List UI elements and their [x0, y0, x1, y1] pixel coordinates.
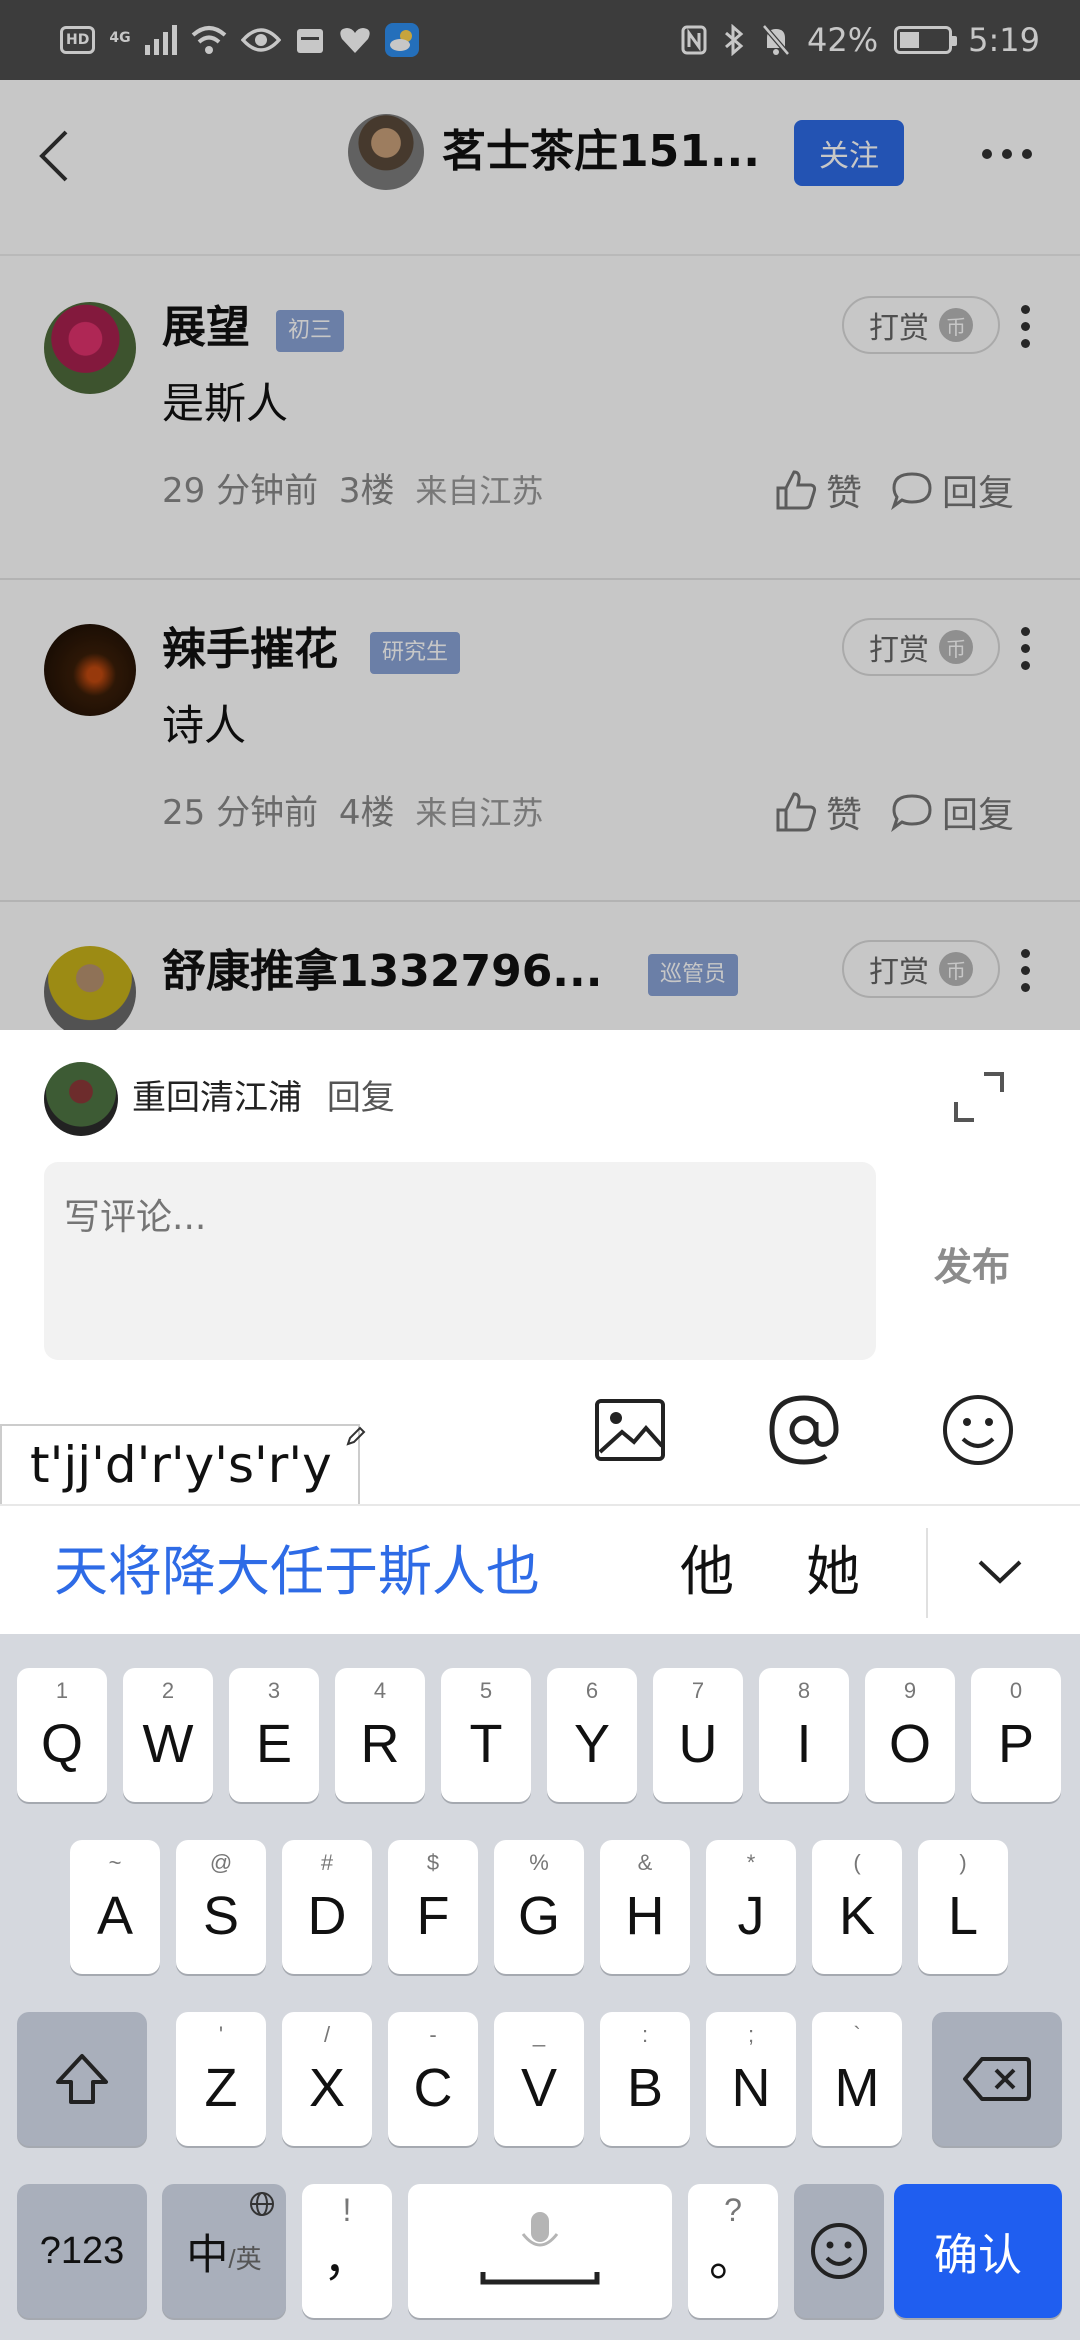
- key-c[interactable]: -C: [388, 2012, 478, 2146]
- expand-icon: [954, 1072, 1004, 1122]
- key-u[interactable]: 7U: [653, 1668, 743, 1802]
- key-g[interactable]: % G: [494, 1840, 584, 1974]
- candidate-item[interactable]: 她: [806, 1532, 860, 1612]
- key-b[interactable]: :B: [600, 2012, 690, 2146]
- mention-button[interactable]: [766, 1392, 842, 1468]
- modal-backdrop[interactable]: [0, 0, 1080, 1030]
- ime-candidate-bar: 天将降大任于斯人也 他 她: [0, 1504, 1080, 1634]
- key-m[interactable]: ` M: [812, 2012, 902, 2146]
- image-button[interactable]: [592, 1392, 668, 1468]
- key-x[interactable]: / X: [282, 2012, 372, 2146]
- shift-icon: [56, 2054, 108, 2104]
- key-d[interactable]: # D: [282, 1840, 372, 1974]
- key-h[interactable]: & H: [600, 1840, 690, 1974]
- key-q[interactable]: 1Q: [17, 1668, 107, 1802]
- microphone-icon: [480, 2212, 600, 2285]
- numbers-key[interactable]: ?123: [17, 2184, 147, 2318]
- smiley-icon: [943, 1395, 1013, 1465]
- candidate-expand-button[interactable]: [960, 1542, 1040, 1602]
- reply-target-avatar: [44, 1062, 118, 1136]
- candidate-item[interactable]: 他: [680, 1532, 734, 1612]
- backspace-icon: [963, 2057, 1031, 2101]
- comment-input[interactable]: [44, 1162, 876, 1360]
- key-s[interactable]: @ S: [176, 1840, 266, 1974]
- ime-preedit-text: t'jj'd'r'y's'r'y: [0, 1424, 360, 1504]
- expand-button[interactable]: [950, 1068, 1008, 1126]
- key-e[interactable]: 3E: [229, 1668, 319, 1802]
- emoji-key[interactable]: [794, 2184, 884, 2318]
- period-key[interactable]: ?。: [688, 2184, 778, 2318]
- key-l[interactable]: ) L: [918, 1840, 1008, 1974]
- smiley-icon: [811, 2223, 867, 2279]
- key-w[interactable]: 2W: [123, 1668, 213, 1802]
- publish-button[interactable]: 发布: [934, 1236, 1010, 1291]
- candidate-primary[interactable]: 天将降大任于斯人也: [54, 1532, 540, 1612]
- key-t[interactable]: 5T: [441, 1668, 531, 1802]
- key-k[interactable]: (K: [812, 1840, 902, 1974]
- comma-key[interactable]: !，: [302, 2184, 392, 2318]
- key-f[interactable]: $ F: [388, 1840, 478, 1974]
- key-a[interactable]: ~ A: [70, 1840, 160, 1974]
- key-i[interactable]: 8I: [759, 1668, 849, 1802]
- reply-target-name: 重回清江浦: [132, 1078, 302, 1118]
- language-switch-key[interactable]: 中/英: [162, 2184, 286, 2318]
- image-icon: [595, 1399, 665, 1461]
- confirm-key[interactable]: 确认: [894, 2184, 1062, 2318]
- key-o[interactable]: 9O: [865, 1668, 955, 1802]
- globe-icon: [248, 2190, 276, 2223]
- chevron-down-icon: [978, 1560, 1022, 1584]
- reply-action-label: 回复: [326, 1078, 395, 1118]
- key-y[interactable]: 6Y: [547, 1668, 637, 1802]
- emoji-button[interactable]: [940, 1392, 1016, 1468]
- pencil-icon[interactable]: [344, 1424, 368, 1448]
- keyboard: 1Q 2W 3E 4R 5T 6Y 7U 8I 9O 0P ~ A @ S # D $…: [0, 1634, 1080, 2340]
- backspace-key[interactable]: [932, 2012, 1062, 2146]
- reply-target: 重回清江浦 回复: [132, 1070, 395, 1126]
- space-key[interactable]: [408, 2184, 672, 2318]
- key-v[interactable]: _ V: [494, 2012, 584, 2146]
- at-icon: [769, 1395, 839, 1465]
- key-j[interactable]: * J: [706, 1840, 796, 1974]
- key-r[interactable]: 4R: [335, 1668, 425, 1802]
- key-n[interactable]: ; N: [706, 2012, 796, 2146]
- reply-sheet: 重回清江浦 回复 发布 t'jj'd'r'y's'r'y: [0, 1030, 1080, 1504]
- candidate-divider: [926, 1528, 928, 1618]
- key-p[interactable]: 0P: [971, 1668, 1061, 1802]
- shift-key[interactable]: [17, 2012, 147, 2146]
- key-z[interactable]: ' Z: [176, 2012, 266, 2146]
